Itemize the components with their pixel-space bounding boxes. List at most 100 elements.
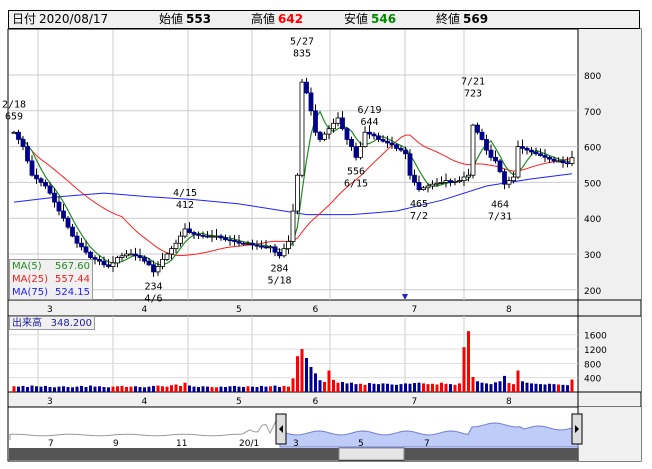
month-label: 6: [313, 305, 319, 315]
candle: [164, 253, 170, 260]
volume-bar: [147, 386, 151, 392]
volume-bar: [395, 384, 398, 392]
volume-bar: [543, 384, 547, 392]
month-label: 6: [313, 397, 319, 407]
candle: [551, 158, 557, 162]
volume-bar: [309, 366, 313, 392]
candle: [191, 232, 197, 235]
volume-bar: [296, 356, 299, 392]
candle: [421, 187, 426, 190]
volume-bar: [161, 386, 164, 392]
volume-bar: [516, 370, 520, 392]
volume-bar: [111, 386, 115, 392]
volume-bar: [548, 383, 551, 392]
candle: [182, 228, 188, 237]
annotation-date: 6/19: [357, 105, 381, 116]
candle: [502, 171, 507, 185]
candle: [407, 153, 413, 176]
month-label: 8: [506, 305, 512, 315]
volume-bar: [521, 381, 524, 392]
volume-bar: [197, 386, 200, 392]
volume-bar: [242, 386, 245, 392]
candle: [47, 185, 53, 194]
volume-tick-label: 400: [584, 375, 601, 385]
volume-bar: [93, 386, 97, 392]
volume-bar: [39, 386, 43, 392]
annotation-date: 6/15: [344, 178, 368, 189]
candle: [488, 149, 494, 158]
volume-bar: [291, 378, 295, 392]
volume-bar: [170, 385, 173, 392]
candle: [434, 182, 440, 185]
candle: [439, 181, 444, 184]
volume-bar: [35, 386, 38, 392]
candle: [385, 140, 390, 144]
annotation-value: 412: [176, 200, 194, 211]
candle: [169, 248, 174, 255]
scrollbar-thumb[interactable]: [338, 447, 405, 461]
annotation-date: 7/21: [461, 77, 485, 88]
candle: [308, 92, 314, 112]
navigator-label: 9: [113, 439, 119, 449]
volume-tick-label: 1600: [584, 332, 607, 342]
candle: [137, 255, 143, 258]
candle: [205, 235, 210, 238]
volume-bar: [156, 385, 160, 392]
candle: [367, 131, 372, 135]
price-chart[interactable]: 200 300 400 500 600 700 800 400 800 1200 1600 3 3 4 4 5…: [0, 0, 652, 469]
date-axis-strip: [7, 299, 642, 317]
ma-legend: MA(5) 567.60 MA(25) 557.44 MA(75) 524.15: [9, 259, 93, 300]
volume-bar: [179, 385, 182, 392]
navigator-side: [578, 407, 641, 461]
candle: [142, 257, 147, 262]
volume-bar: [116, 386, 119, 392]
candle: [416, 181, 422, 190]
candle: [232, 239, 237, 242]
volume-bar: [318, 380, 322, 392]
volume-bar: [201, 386, 205, 392]
volume-bar: [345, 383, 349, 392]
volume-bar: [444, 383, 448, 392]
candle: [479, 131, 485, 140]
navigator-label: 7: [424, 439, 430, 449]
candle: [128, 253, 134, 256]
candle: [25, 146, 30, 162]
annotation-value: 234: [144, 282, 162, 293]
candle: [466, 174, 471, 178]
candle: [506, 180, 512, 185]
volume-bar: [552, 384, 556, 392]
candle: [155, 266, 161, 273]
price-tick-label: 400: [584, 215, 601, 225]
candle: [412, 174, 417, 183]
navigator-label: 20/1: [239, 439, 259, 449]
volume-bar: [206, 386, 209, 392]
volume-bar: [332, 379, 335, 392]
scrollbar-track[interactable]: [9, 448, 578, 460]
candle: [277, 251, 282, 257]
candle: [101, 260, 107, 266]
volume-bar: [404, 383, 407, 392]
candle: [493, 156, 498, 162]
legend-ma25: MA(25) 557.44: [12, 274, 90, 285]
candle: [448, 180, 453, 183]
volume-bar: [458, 383, 461, 392]
candle: [29, 160, 35, 176]
candle: [425, 185, 431, 189]
navigator-label: 7: [48, 439, 54, 449]
candle: [511, 176, 516, 182]
candle: [241, 242, 246, 245]
price-tick-label: 200: [584, 287, 601, 297]
candle: [119, 255, 125, 258]
annotation-date: 5/27: [290, 36, 314, 47]
candle: [560, 160, 566, 164]
volume-bar: [62, 386, 65, 392]
volume-bar: [219, 386, 223, 392]
volume-bar: [233, 385, 236, 392]
volume-bar: [75, 386, 79, 392]
volume-bar: [255, 386, 259, 392]
volume-bar: [372, 383, 376, 392]
volume-bar: [377, 384, 380, 392]
stock-chart-window: 日付 2020/08/17 始値 553 高値 642 安値 546 終値 56…: [0, 0, 652, 469]
candle: [88, 251, 93, 258]
candle: [11, 131, 17, 134]
